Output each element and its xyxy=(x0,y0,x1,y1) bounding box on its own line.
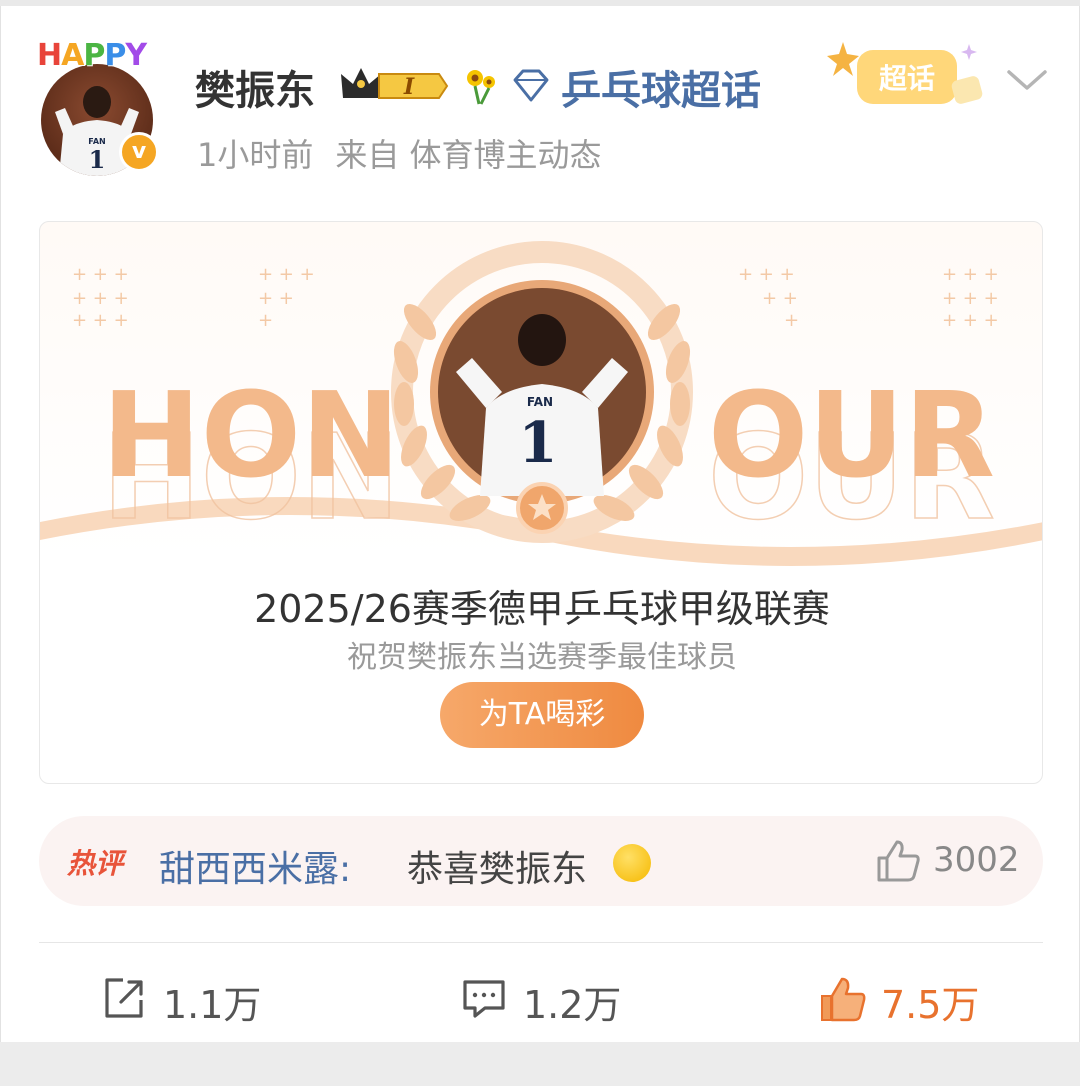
repost-icon xyxy=(101,976,147,1026)
hot-comment[interactable]: 热评 甜西西米露: 恭喜樊振东 3002 xyxy=(39,816,1043,906)
divider xyxy=(39,942,1043,943)
like-button[interactable]: 7.5万 xyxy=(819,970,1019,1028)
like-count: 7.5万 xyxy=(881,983,980,1027)
avatar-jersey-number: 1 xyxy=(89,145,106,174)
sunflower-icon xyxy=(461,66,501,110)
banner-subtitle: 祝贺樊振东当选赛季最佳球员 xyxy=(347,640,737,675)
level-badge: I xyxy=(403,74,415,100)
post-card: FAN 1 HAPPY v 樊振东 I 乒乓球超话 超话 1小时前 来自 体育博… xyxy=(0,6,1080,1042)
jersey-name: FAN xyxy=(527,395,553,409)
hot-comment-tag: 热评 xyxy=(67,847,124,880)
username[interactable]: 樊振东 xyxy=(195,58,315,116)
diamond-icon xyxy=(511,68,551,108)
svg-text:+ + +: + + + xyxy=(942,264,999,285)
thumbs-up-icon[interactable] xyxy=(875,838,921,888)
thumbs-up-icon xyxy=(819,976,867,1028)
repost-button[interactable]: 1.1万 xyxy=(101,970,301,1027)
svg-text:+ + +: + + + xyxy=(258,264,315,285)
cheer-button[interactable]: 为TA喝彩 xyxy=(440,682,644,748)
chevron-down-icon[interactable] xyxy=(1005,66,1049,98)
svg-text:+ + +: + + + xyxy=(72,264,129,285)
svg-text:+ + +: + + + xyxy=(72,310,129,331)
honour-right: OUR xyxy=(708,366,995,504)
honour-left: HON xyxy=(102,366,400,504)
avatar-group[interactable]: FAN 1 HAPPY v xyxy=(35,36,165,176)
honour-banner[interactable]: + + + + + + + + + + + + + + + + + + + + + + + … xyxy=(39,221,1043,784)
supertopic-label: 超话 xyxy=(879,62,935,95)
svg-text:+: + xyxy=(258,310,273,331)
svg-text:+ + +: + + + xyxy=(942,288,999,309)
hot-comment-text: 恭喜樊振东 xyxy=(407,849,588,890)
svg-text:+ + +: + + + xyxy=(738,264,795,285)
hot-comment-likes: 3002 xyxy=(933,840,1020,880)
avatar-happy-badge: HAPPY xyxy=(37,38,147,73)
jersey-number: 1 xyxy=(519,410,558,476)
svg-text:+ + +: + + + xyxy=(72,288,129,309)
comment-button[interactable]: 1.2万 xyxy=(461,970,661,1027)
svg-text:+ +: + + xyxy=(258,288,294,309)
kiss-emoji-icon xyxy=(613,844,651,882)
verified-icon: v xyxy=(119,132,159,172)
post-meta: 1小时前 来自 体育博主动态 xyxy=(197,130,624,176)
comment-count: 1.2万 xyxy=(523,983,622,1027)
banner-title: 2025/26赛季德甲乒乓球甲级联赛 xyxy=(254,587,830,631)
post-time: 1小时前 xyxy=(197,136,314,174)
svg-text:+ +: + + xyxy=(762,288,798,309)
svg-text:+ + +: + + + xyxy=(942,310,999,331)
comment-icon xyxy=(461,976,507,1026)
supertopic-badge[interactable]: 超话 xyxy=(823,36,993,116)
crown-icon[interactable]: I xyxy=(339,64,451,108)
post-source[interactable]: 来自 体育博主动态 xyxy=(335,136,601,174)
svg-text:+: + xyxy=(784,310,799,331)
topic-link[interactable]: 乒乓球超话 xyxy=(561,58,761,116)
hot-comment-user[interactable]: 甜西西米露: xyxy=(159,840,351,892)
repost-count: 1.1万 xyxy=(163,983,262,1027)
bottom-strip xyxy=(0,1042,1080,1086)
